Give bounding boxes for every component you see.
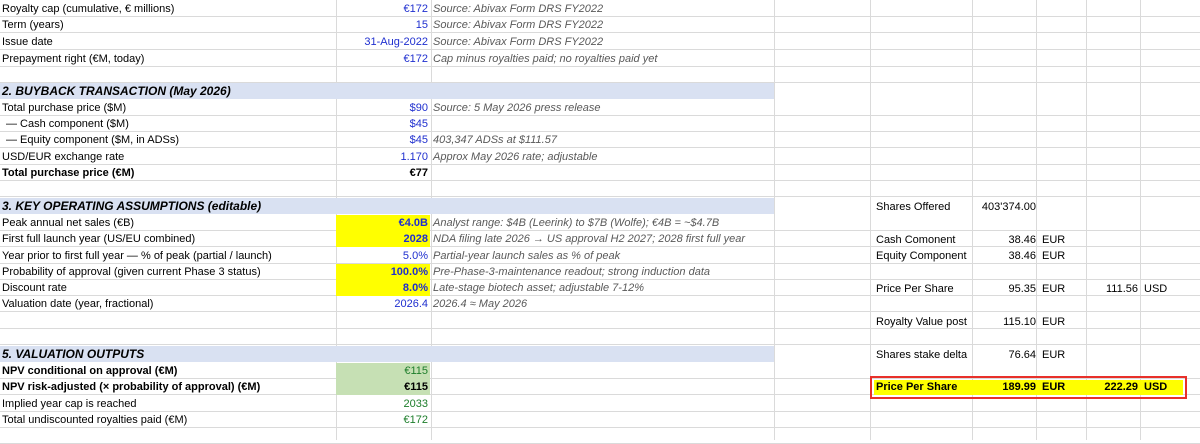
row-note: NDA filing late 2026 → US approval H2 20…: [433, 233, 746, 245]
row-label: Issue date: [2, 36, 53, 48]
row-label: Prepayment right (€M, today): [2, 53, 145, 65]
price-per-share-usd[interactable]: 111.56: [1086, 281, 1138, 297]
row-value[interactable]: $90: [336, 100, 430, 116]
table-row[interactable]: — Equity component ($M, in ADSs) $45 403…: [0, 132, 1200, 148]
row-label: Total undiscounted royalties paid (€M): [2, 414, 188, 426]
price-per-share-label: Price Per Share: [876, 283, 954, 295]
row-label: First full launch year (US/EU combined): [2, 233, 196, 245]
table-row[interactable]: USD/EUR exchange rate 1.170 Approx May 2…: [0, 149, 1200, 165]
row-value[interactable]: €115: [336, 379, 430, 395]
row-value[interactable]: €115: [336, 363, 430, 379]
row-value[interactable]: $45: [336, 116, 430, 132]
row-value[interactable]: 1.170: [336, 149, 430, 165]
currency-label: EUR: [1042, 316, 1066, 328]
row-note: Pre-Phase-3-maintenance readout; strong …: [433, 266, 711, 278]
equity-component-label: Equity Component: [876, 250, 967, 262]
section-title: 5. VALUATION OUTPUTS: [2, 347, 145, 361]
row-label: Peak annual net sales (€B): [2, 217, 135, 229]
currency-label: EUR: [1042, 234, 1066, 246]
section-header: 2. BUYBACK TRANSACTION (May 2026): [0, 83, 774, 99]
row-value[interactable]: 5.0%: [336, 248, 430, 264]
row-note: Source: 5 May 2026 press release: [433, 102, 601, 114]
shares-offered-value[interactable]: 403'374.00: [972, 199, 1036, 215]
discount-rate-input[interactable]: 8.0%: [336, 280, 430, 296]
row-value[interactable]: 2026.4: [336, 296, 430, 312]
empty-row[interactable]: [0, 181, 1200, 197]
row-value[interactable]: €172: [336, 51, 430, 67]
shares-stake-label: Shares stake delta: [876, 349, 968, 361]
row-label: Total purchase price (€M): [2, 167, 135, 179]
row-label: Discount rate: [2, 282, 67, 294]
row-note: Analyst range: $4B (Leerink) to $7B (Wol…: [433, 217, 720, 229]
peak-sales-input[interactable]: €4.0B: [336, 215, 430, 231]
row-label: Valuation date (year, fractional): [2, 298, 154, 310]
empty-row[interactable]: [0, 67, 1200, 83]
row-label: — Equity component ($M, in ADSs): [6, 134, 180, 146]
section-title: 3. KEY OPERATING ASSUMPTIONS (editable): [2, 199, 262, 213]
empty-row[interactable]: [0, 428, 1200, 444]
row-note: 2026.4 ≈ May 2026: [433, 298, 528, 310]
shares-offered-label: Shares Offered: [876, 201, 951, 213]
row-label: Probability of approval (given current P…: [2, 266, 261, 278]
row-label: NPV conditional on approval (€M): [2, 365, 178, 377]
table-row[interactable]: Royalty cap (cumulative, € millions) €17…: [0, 1, 1200, 17]
table-row[interactable]: — Cash component ($M) $45: [0, 116, 1200, 132]
table-row[interactable]: Total purchase price (€M) €77: [0, 165, 1200, 181]
row-value[interactable]: 31-Aug-2022: [336, 34, 430, 50]
table-row[interactable]: Total undiscounted royalties paid (€M) €…: [0, 412, 1200, 428]
row-note: Late-stage biotech asset; adjustable 7-1…: [433, 282, 644, 294]
row-note: Partial-year launch sales as % of peak: [433, 250, 621, 262]
equity-component-value[interactable]: 38.46: [972, 248, 1036, 264]
row-label: USD/EUR exchange rate: [2, 151, 125, 163]
row-label: Year prior to first full year — % of pea…: [2, 250, 272, 262]
royalty-value-label: Royalty Value post: [876, 316, 967, 328]
row-value[interactable]: €172: [336, 412, 430, 428]
section-header: 5. VALUATION OUTPUTS: [0, 346, 774, 362]
row-value[interactable]: 2033: [336, 396, 430, 412]
table-row[interactable]: Term (years) 15 Source: Abivax Form DRS …: [0, 17, 1200, 33]
row-value[interactable]: €77: [336, 165, 430, 181]
row-value[interactable]: 15: [336, 17, 430, 33]
currency-label: EUR: [1042, 349, 1066, 361]
section-title: 2. BUYBACK TRANSACTION (May 2026): [2, 84, 231, 98]
table-row[interactable]: Peak annual net sales (€B) €4.0B Analyst…: [0, 215, 1200, 231]
row-note: Source: Abivax Form DRS FY2022: [433, 3, 604, 15]
row-value[interactable]: $45: [336, 132, 430, 148]
spreadsheet-grid: Royalty cap (cumulative, € millions) €17…: [0, 0, 1200, 444]
section-header: 3. KEY OPERATING ASSUMPTIONS (editable): [0, 198, 774, 214]
currency-label: EUR: [1042, 283, 1066, 295]
table-row[interactable]: Total purchase price ($M) $90 Source: 5 …: [0, 100, 1200, 116]
highlight-annotation-box: [870, 376, 1187, 399]
price-per-share-eur[interactable]: 95.35: [972, 281, 1036, 297]
row-note: Source: Abivax Form DRS FY2022: [433, 19, 604, 31]
launch-year-input[interactable]: 2028: [336, 231, 430, 247]
cash-component-value[interactable]: 38.46: [972, 232, 1036, 248]
probability-input[interactable]: 100.0%: [336, 264, 430, 280]
row-label: NPV risk-adjusted (× probability of appr…: [2, 381, 261, 393]
table-row[interactable]: Prepayment right (€M, today) €172 Cap mi…: [0, 51, 1200, 67]
shares-stake-value[interactable]: 76.64: [972, 347, 1036, 363]
cash-component-label: Cash Comonent: [876, 234, 956, 246]
row-label: Term (years): [2, 19, 64, 31]
row-label: — Cash component ($M): [6, 118, 129, 130]
table-row[interactable]: Probability of approval (given current P…: [0, 264, 1200, 280]
royalty-value[interactable]: 115.10: [972, 314, 1036, 330]
row-note: 403,347 ADSs at $111.57: [433, 134, 557, 146]
row-label: Royalty cap (cumulative, € millions): [2, 3, 175, 15]
table-row[interactable]: Issue date 31-Aug-2022 Source: Abivax Fo…: [0, 34, 1200, 50]
currency-label: USD: [1144, 283, 1168, 295]
row-label: Implied year cap is reached: [2, 398, 137, 410]
row-label: Total purchase price ($M): [2, 102, 127, 114]
empty-row[interactable]: [0, 329, 1200, 345]
row-note: Source: Abivax Form DRS FY2022: [433, 36, 604, 48]
row-note: Cap minus royalties paid; no royalties p…: [433, 53, 658, 65]
currency-label: EUR: [1042, 250, 1066, 262]
row-value[interactable]: €172: [336, 1, 430, 17]
row-note: Approx May 2026 rate; adjustable: [433, 151, 598, 163]
table-row[interactable]: Valuation date (year, fractional) 2026.4…: [0, 296, 1200, 312]
